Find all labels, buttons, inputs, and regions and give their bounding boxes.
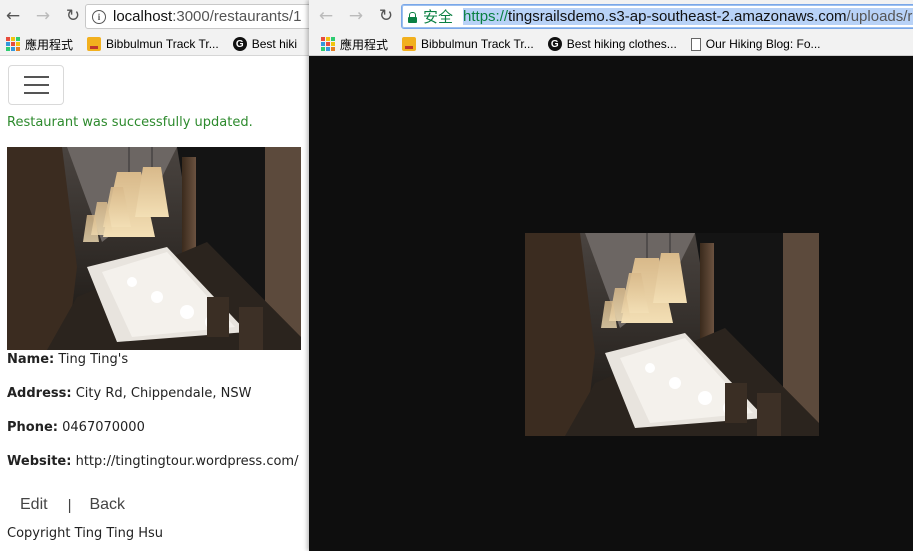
apps-grid-icon: [6, 37, 20, 51]
bookmark-label: Best hiking clothes...: [566, 37, 677, 51]
back-arrow-icon[interactable]: ←: [2, 6, 24, 28]
address-value: City Rd, Chippendale, NSW: [75, 386, 252, 401]
name-label: Name:: [7, 352, 55, 367]
url-scheme: https://: [463, 8, 509, 25]
bookmark-label: Bibbulmun Track Tr...: [106, 37, 219, 51]
uploaded-image-drawing: [525, 233, 819, 436]
phone-value: 0467070000: [62, 420, 145, 435]
back-arrow-icon[interactable]: ←: [315, 6, 337, 28]
apps-grid-icon: [321, 37, 335, 51]
forward-arrow-icon[interactable]: →: [345, 6, 367, 28]
bookmarks-bar: 應用程式 Bibbulmun Track Tr... G Best hiking…: [309, 33, 913, 56]
forward-arrow-icon[interactable]: →: [32, 6, 54, 28]
bookmark-best-hiking[interactable]: G Best hiki: [232, 37, 298, 51]
document-icon: [690, 37, 701, 51]
bookmark-label: 應用程式: [25, 37, 74, 52]
menu-bar: [23, 84, 49, 86]
g-logo-icon: G: [232, 37, 247, 51]
name-row: Name: Ting Ting's: [7, 352, 128, 367]
address-bar[interactable]: i localhost:3000/restaurants/1: [85, 4, 309, 29]
url-path: :3000/restaurants/1: [172, 8, 302, 25]
bookmark-bibbulmun[interactable]: Bibbulmun Track Tr...: [87, 37, 219, 51]
reload-icon[interactable]: ↻: [375, 6, 397, 28]
phone-label: Phone:: [7, 420, 58, 435]
name-value: Ting Ting's: [58, 352, 129, 367]
action-links: Edit | Back: [20, 496, 125, 514]
right-browser-window: ← → ↻ 安全 https://tingsrailsdemo.s3-ap-so…: [309, 0, 913, 551]
bookmark-best-hiking[interactable]: G Best hiking clothes...: [547, 37, 677, 51]
bookmark-label: Best hiki: [251, 37, 298, 51]
footer-copyright: Copyright Ting Ting Hsu: [7, 526, 163, 541]
phone-row: Phone: 0467070000: [7, 420, 145, 435]
website-label: Website:: [7, 454, 72, 469]
back-link[interactable]: Back: [89, 496, 125, 514]
bookmark-apps[interactable]: 應用程式: [321, 36, 388, 53]
menu-bar: [23, 76, 49, 78]
uploaded-image-preview[interactable]: [525, 233, 819, 436]
address-label: Address:: [7, 386, 72, 401]
bookmark-hiking-blog[interactable]: Our Hiking Blog: Fo...: [690, 37, 821, 51]
menu-bar: [23, 92, 49, 94]
bookmark-label: 應用程式: [340, 37, 389, 52]
secure-indicator[interactable]: 安全: [408, 6, 453, 27]
bookmark-apps[interactable]: 應用程式: [6, 36, 73, 53]
info-icon[interactable]: i: [92, 9, 106, 24]
g-logo-icon: G: [547, 37, 562, 51]
bookmark-bibbulmun[interactable]: Bibbulmun Track Tr...: [402, 37, 534, 51]
address-row: Address: City Rd, Chippendale, NSW: [7, 386, 251, 401]
link-separator: |: [67, 496, 72, 514]
edit-link[interactable]: Edit: [20, 496, 48, 514]
navbar-toggle-button[interactable]: [8, 65, 64, 105]
reload-icon[interactable]: ↻: [62, 6, 84, 28]
bookmark-label: Bibbulmun Track Tr...: [421, 37, 534, 51]
lock-icon: [408, 11, 417, 23]
url-host: localhost: [113, 8, 173, 25]
flash-notice: Restaurant was successfully updated.: [7, 115, 253, 130]
restaurant-photo: [7, 147, 301, 350]
bookmarks-bar: 應用程式 Bibbulmun Track Tr... G Best hiki: [0, 33, 309, 56]
url-selection: https://tingsrailsdemo.s3-ap-southeast-2…: [463, 8, 913, 25]
restaurant-photo-drawing: [7, 147, 301, 350]
address-bar[interactable]: 安全 https://tingsrailsdemo.s3-ap-southeas…: [401, 4, 913, 29]
bookmark-label: Our Hiking Blog: Fo...: [705, 37, 821, 51]
url-host: tingsrailsdemo.s3-ap-southeast-2.amazona…: [508, 8, 847, 25]
bookmark-badge-icon: [87, 37, 102, 51]
website-value: http://tingtingtour.wordpress.com/: [75, 454, 299, 469]
bookmark-badge-icon: [402, 37, 417, 51]
website-row: Website: http://tingtingtour.wordpress.c…: [7, 454, 298, 469]
url-path: /uploads/re: [846, 8, 913, 25]
secure-label: 安全: [423, 9, 454, 26]
left-browser-window: ← → ↻ i localhost:3000/restaurants/1 應用程…: [0, 0, 309, 551]
